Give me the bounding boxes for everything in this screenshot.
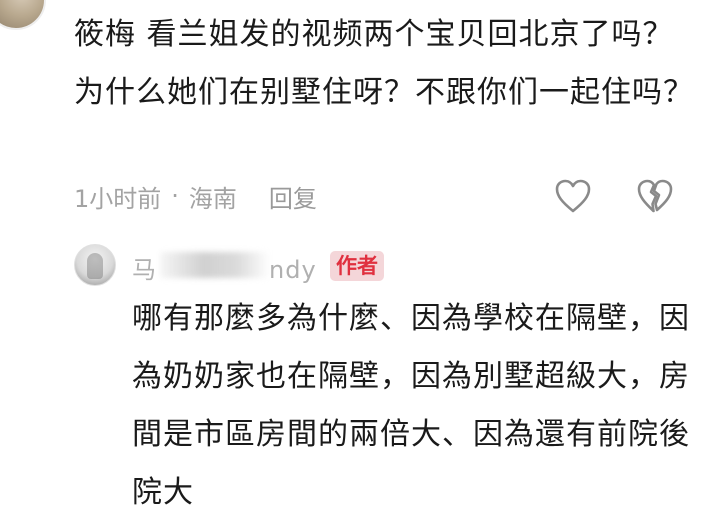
broken-heart-icon[interactable] [636, 178, 674, 214]
heart-outline-icon[interactable] [554, 178, 592, 214]
comment-time: 1小时前 [74, 184, 162, 213]
reply-button[interactable]: 回复 [269, 179, 317, 214]
author-name-blur [160, 252, 270, 278]
comment-body: 筱梅 看兰姐发的视频两个宝贝回北京了吗？为什么她们在别墅住呀？不跟你们一起住吗？ [74, 17, 694, 110]
comment-location: 海南 [188, 184, 237, 213]
author-name-suffix: ndy [269, 256, 317, 284]
truncation-fade-solid [580, 455, 719, 510]
meta-separator: · [171, 182, 179, 210]
author-badge: 作者 [330, 251, 384, 281]
author-avatar[interactable] [74, 244, 116, 286]
commenter-avatar[interactable] [0, 0, 46, 30]
author-name-prefix: 马 [132, 256, 157, 284]
comment-meta: 1小时前 · 海南 回复 [74, 176, 317, 216]
truncation-fade [470, 455, 580, 510]
